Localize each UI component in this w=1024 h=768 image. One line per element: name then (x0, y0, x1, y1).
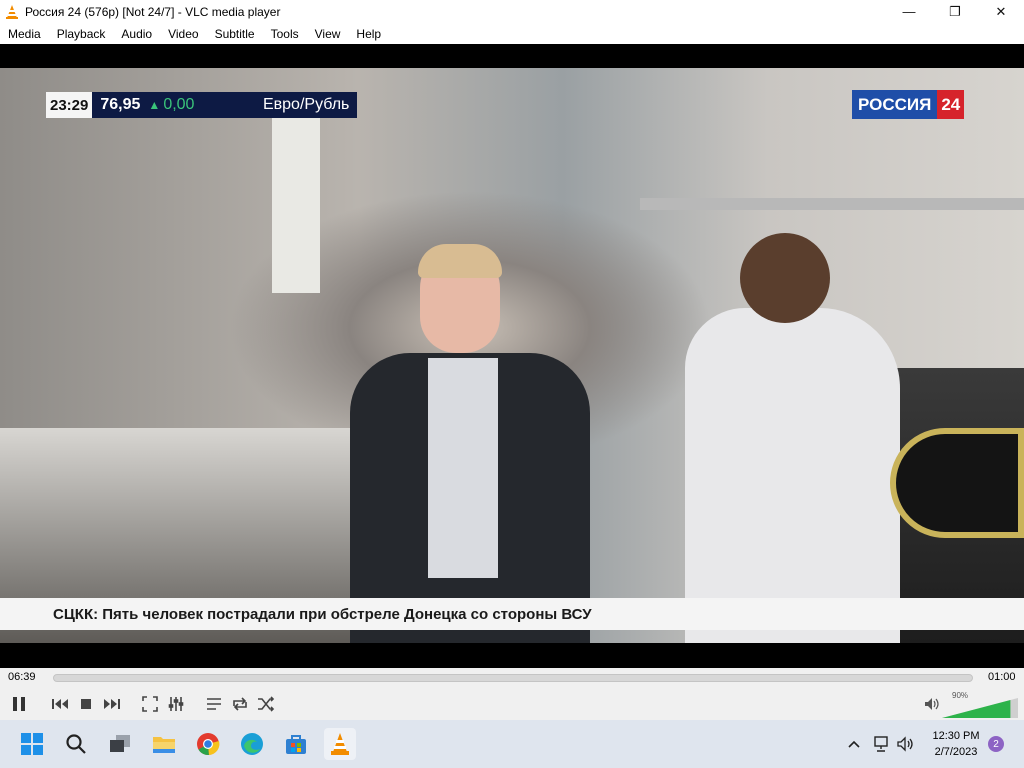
extended-settings-icon (168, 697, 184, 711)
menu-view[interactable]: View (315, 27, 341, 41)
menu-help[interactable]: Help (356, 27, 381, 41)
news-ticker: СЦКК: Пять человек пострадали при обстре… (0, 598, 1024, 630)
menu-video[interactable]: Video (168, 27, 198, 41)
title-bar: Россия 24 (576p) [Not 24/7] - VLC media … (0, 0, 1024, 23)
folder-icon (153, 737, 175, 753)
previous-button[interactable] (48, 692, 72, 716)
fullscreen-button[interactable] (138, 692, 162, 716)
clock-time: 12:30 PM (932, 730, 980, 742)
glovebox-port (890, 428, 1024, 538)
task-view-icon (110, 735, 130, 752)
loop-icon (233, 697, 247, 711)
news-ticker-text: СЦКК: Пять человек пострадали при обстре… (53, 605, 592, 623)
store-button[interactable] (280, 728, 312, 760)
clock-date: 2/7/2023 (934, 746, 978, 758)
video-area[interactable]: 23:29 76,95 ▲ 0,00 Евро/Рубль РОССИЯ 24 … (0, 44, 1024, 668)
edge-icon (241, 733, 263, 755)
search-icon (66, 734, 86, 754)
rate-change: 0,00 (163, 96, 195, 113)
file-explorer-button[interactable] (148, 728, 180, 760)
menu-tools[interactable]: Tools (271, 27, 299, 41)
mute-button[interactable] (920, 692, 944, 716)
loop-button[interactable] (228, 692, 252, 716)
rate-pair: Евро/Рубль (262, 96, 350, 113)
hanging-banner (272, 113, 320, 293)
previous-icon (52, 699, 68, 709)
rate-ticker: 23:29 76,95 ▲ 0,00 Евро/Рубль (46, 92, 358, 118)
video-frame (0, 68, 1024, 643)
search-button[interactable] (60, 728, 92, 760)
start-button[interactable] (16, 728, 48, 760)
show-hidden-icons-button[interactable] (843, 728, 865, 760)
edge-button[interactable] (236, 728, 268, 760)
vlc-cone-icon (331, 733, 349, 755)
menu-bar: Media Playback Audio Video Subtitle Tool… (0, 23, 1024, 44)
stop-icon (81, 699, 91, 709)
extended-settings-button[interactable] (164, 692, 188, 716)
rate-value: 76,95 (100, 96, 141, 113)
playlist-icon (207, 698, 221, 710)
total-time: 01:00 (988, 671, 1016, 683)
chrome-icon (197, 733, 220, 756)
taskbar: 12:30 PM 2/7/2023 (0, 720, 1024, 768)
chrome-button[interactable] (192, 728, 224, 760)
window-title: Россия 24 (576p) [Not 24/7] - VLC media … (25, 4, 281, 19)
up-arrow-icon: ▲ (148, 98, 161, 112)
network-icon (874, 736, 888, 752)
ticker-rate: 76,95 ▲ 0,00 Евро/Рубль (92, 92, 358, 118)
volume-tray-button[interactable] (895, 728, 917, 760)
next-icon (104, 699, 120, 709)
pause-button[interactable] (6, 692, 32, 716)
task-view-button[interactable] (104, 728, 136, 760)
menu-audio[interactable]: Audio (121, 27, 152, 41)
network-button[interactable] (870, 728, 892, 760)
store-icon (286, 735, 306, 754)
next-button[interactable] (100, 692, 124, 716)
menu-subtitle[interactable]: Subtitle (215, 27, 255, 41)
fullscreen-icon (142, 696, 158, 712)
presenter-shirt (428, 358, 498, 578)
channel-name: РОССИЯ (852, 90, 938, 119)
windows-logo-icon (21, 733, 43, 755)
notification-badge[interactable]: 2 (988, 736, 1004, 752)
playback-controls: 90% (0, 688, 1024, 720)
menu-media[interactable]: Media (8, 27, 41, 41)
playlist-button[interactable] (202, 692, 226, 716)
channel-number: 24 (937, 90, 965, 119)
speaker-icon (925, 698, 939, 710)
tray-clock[interactable]: 12:30 PM 2/7/2023 (928, 728, 984, 760)
shuffle-icon (258, 696, 275, 712)
minimize-button[interactable]: — (886, 0, 932, 23)
maximize-button[interactable]: ❐ (932, 0, 978, 23)
chevron-up-icon (848, 740, 860, 748)
scientist-figure (685, 308, 900, 643)
elapsed-time: 06:39 (8, 671, 36, 683)
channel-logo: РОССИЯ 24 (852, 90, 965, 119)
stop-button[interactable] (74, 692, 98, 716)
scientist-head (740, 233, 830, 323)
lab-shelf (640, 198, 1024, 210)
shuffle-button[interactable] (254, 692, 278, 716)
presenter-hair (418, 244, 502, 278)
pause-icon (13, 697, 25, 711)
vlc-cone-icon (6, 4, 18, 19)
menu-playback[interactable]: Playback (57, 27, 106, 41)
close-button[interactable]: ✕ (978, 0, 1024, 23)
volume-slider[interactable] (942, 698, 1018, 718)
seek-bar: 06:39 01:00 (0, 668, 1024, 688)
vlc-taskbar-button[interactable] (324, 728, 356, 760)
seek-slider[interactable] (53, 674, 973, 682)
speaker-icon (897, 736, 913, 752)
ticker-clock: 23:29 (46, 92, 93, 118)
